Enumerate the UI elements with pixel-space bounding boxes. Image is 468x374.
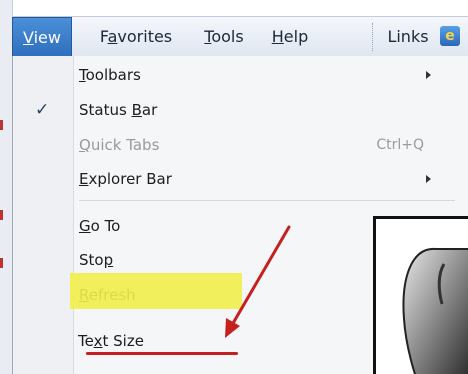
- menu-item-text-size[interactable]: Text Size: [78, 326, 458, 356]
- menu-item-label: t Size: [102, 332, 144, 350]
- menu-item-label-pre: Te: [78, 332, 94, 350]
- annotation-arrow: [225, 225, 291, 338]
